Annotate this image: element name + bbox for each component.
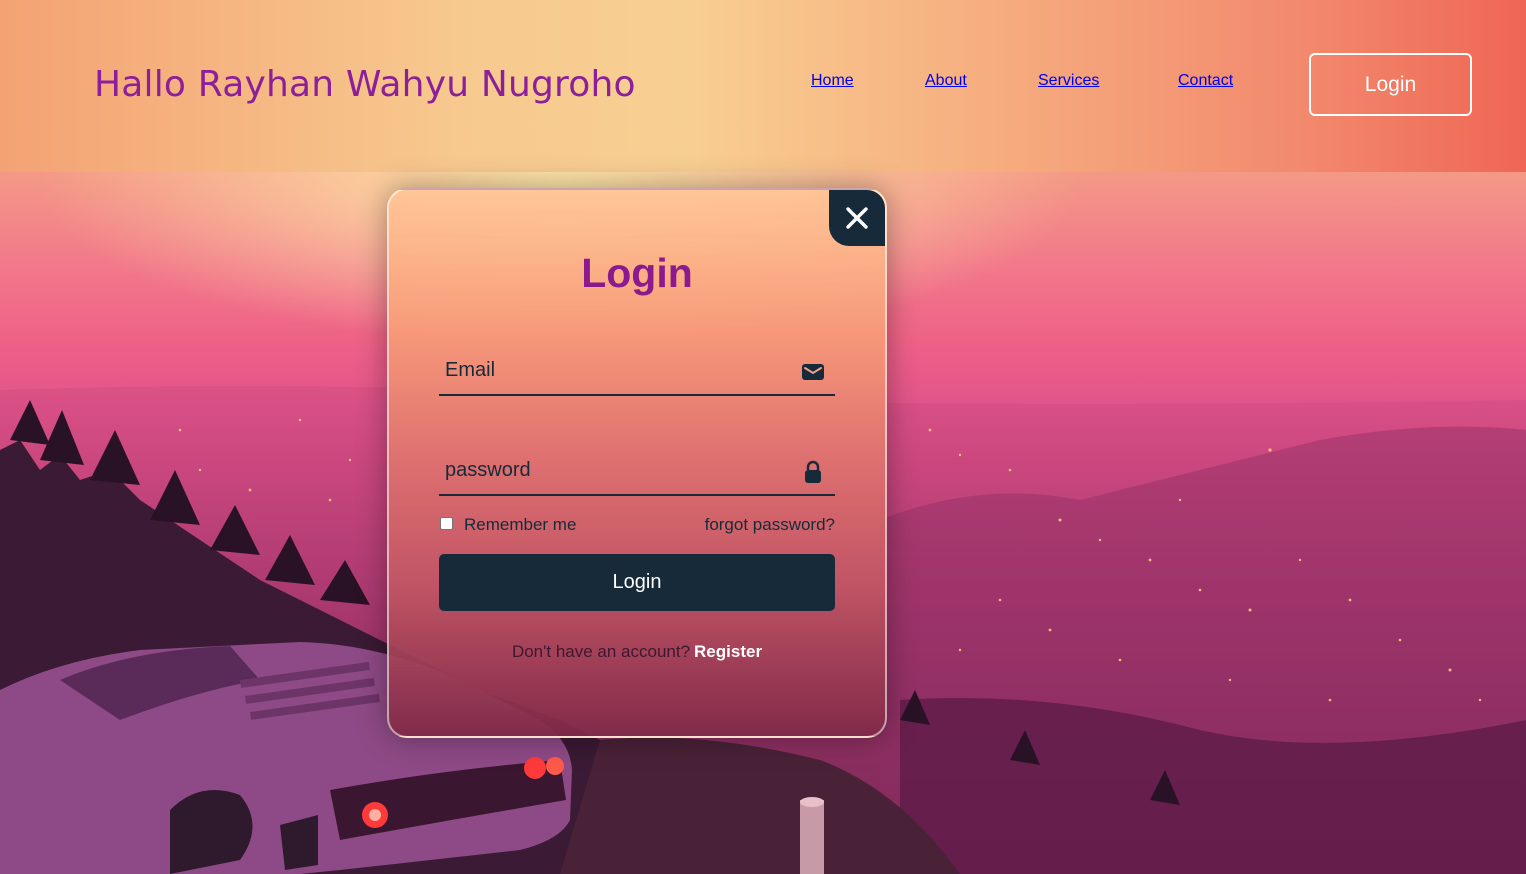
lock-icon [805,460,821,483]
nav-about-link[interactable]: About [925,72,967,98]
forgot-password-link[interactable]: forgot password? [705,515,835,535]
login-submit-button[interactable]: Login [439,554,835,611]
remember-checkbox[interactable] [440,517,453,530]
modal-title: Login [581,250,693,296]
login-modal: Login Remember me forgot password? Login… [387,188,887,738]
close-button[interactable] [829,190,885,246]
top-header: Hallo Rayhan Wahyu Nugroho Home About Se… [0,0,1526,172]
register-prompt-row: Don't have an account? Register [389,642,885,662]
password-field-group [439,446,835,496]
header-login-button[interactable]: Login [1309,53,1472,116]
password-field[interactable] [439,446,799,494]
register-prompt-text: Don't have an account? [511,642,691,661]
email-field[interactable] [439,346,799,394]
mail-icon [802,364,824,380]
brand-title: Hallo Rayhan Wahyu Nugroho [94,64,636,105]
nav-contact-link[interactable]: Contact [1178,72,1233,98]
remember-label: Remember me [464,515,577,534]
close-icon [846,207,868,229]
remember-row: Remember me forgot password? [439,514,835,536]
email-field-group [439,346,835,396]
register-link[interactable]: Register [694,642,762,661]
nav-services-link[interactable]: Services [1038,72,1099,98]
nav-home-link[interactable]: Home [811,72,854,98]
